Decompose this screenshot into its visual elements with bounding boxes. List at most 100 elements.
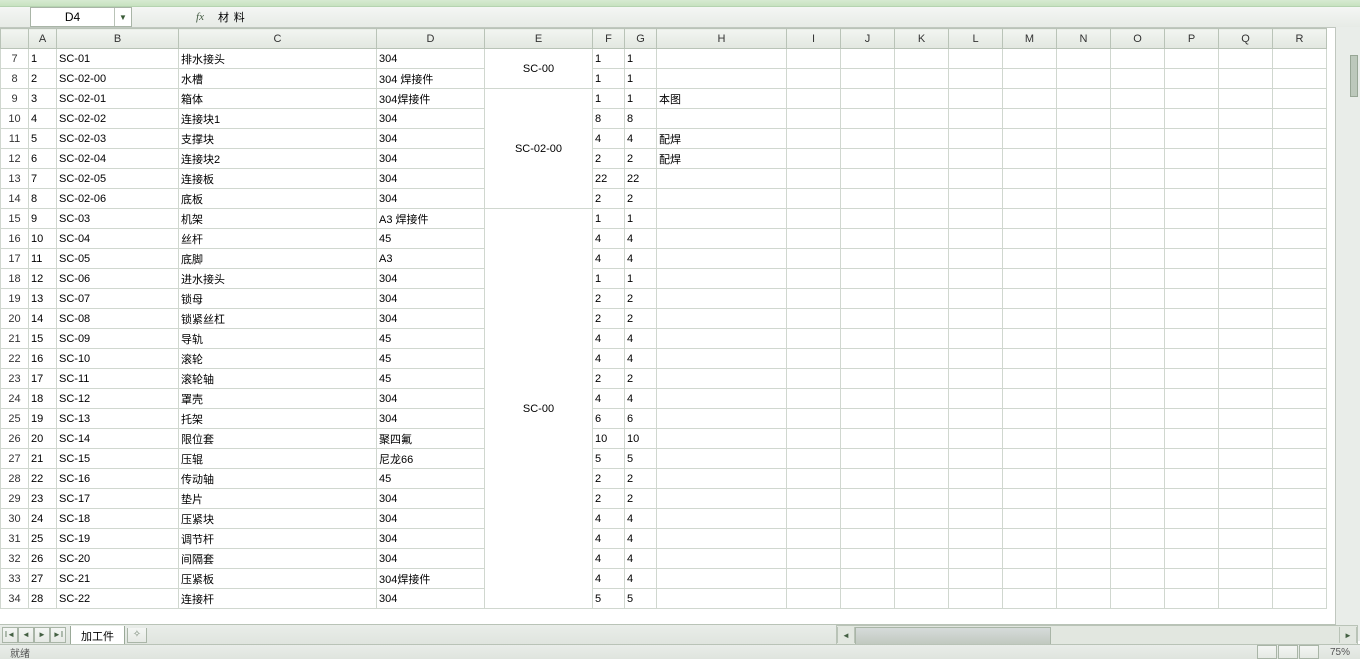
cell-N33[interactable]	[1057, 569, 1111, 589]
cell-M23[interactable]	[1003, 369, 1057, 389]
cell-F14[interactable]: 2	[593, 189, 625, 209]
cell-B14[interactable]: SC-02-06	[57, 189, 179, 209]
cell-K33[interactable]	[895, 569, 949, 589]
cell-O25[interactable]	[1111, 409, 1165, 429]
cell-Q9[interactable]	[1219, 89, 1273, 109]
fx-icon[interactable]: fx	[192, 11, 208, 23]
cell-B13[interactable]: SC-02-05	[57, 169, 179, 189]
cell-J12[interactable]	[841, 149, 895, 169]
cell-I7[interactable]	[787, 49, 841, 69]
cell-B27[interactable]: SC-15	[57, 449, 179, 469]
cell-L19[interactable]	[949, 289, 1003, 309]
cell-G32[interactable]: 4	[625, 549, 657, 569]
cell-K20[interactable]	[895, 309, 949, 329]
cell-J13[interactable]	[841, 169, 895, 189]
cell-G13[interactable]: 22	[625, 169, 657, 189]
cell-B15[interactable]: SC-03	[57, 209, 179, 229]
row-header[interactable]: 32	[1, 549, 29, 569]
cell-F25[interactable]: 6	[593, 409, 625, 429]
cell-O9[interactable]	[1111, 89, 1165, 109]
cell-C22[interactable]: 滚轮	[179, 349, 377, 369]
cell-H24[interactable]	[657, 389, 787, 409]
cell-Q22[interactable]	[1219, 349, 1273, 369]
cell-I25[interactable]	[787, 409, 841, 429]
cell-D34[interactable]: 304	[377, 589, 485, 609]
cell-F22[interactable]: 4	[593, 349, 625, 369]
name-box-dropdown-icon[interactable]: ▼	[114, 8, 131, 26]
cell-N27[interactable]	[1057, 449, 1111, 469]
cell-P19[interactable]	[1165, 289, 1219, 309]
cell-H16[interactable]	[657, 229, 787, 249]
cell-F7[interactable]: 1	[593, 49, 625, 69]
cell-J30[interactable]	[841, 509, 895, 529]
cell-A18[interactable]: 12	[29, 269, 57, 289]
cell-J31[interactable]	[841, 529, 895, 549]
cell-C23[interactable]: 滚轮轴	[179, 369, 377, 389]
cell-H12[interactable]: 配焊	[657, 149, 787, 169]
cell-D17[interactable]: A3	[377, 249, 485, 269]
cell-K10[interactable]	[895, 109, 949, 129]
cell-Q21[interactable]	[1219, 329, 1273, 349]
cell-L7[interactable]	[949, 49, 1003, 69]
cell-O23[interactable]	[1111, 369, 1165, 389]
cell-J16[interactable]	[841, 229, 895, 249]
cell-H8[interactable]	[657, 69, 787, 89]
cell-K25[interactable]	[895, 409, 949, 429]
cell-C21[interactable]: 导轨	[179, 329, 377, 349]
column-header-A[interactable]: A	[29, 29, 57, 49]
spreadsheet-table[interactable]: ABCDEFGHIJKLMNOPQR71SC-01排水接头304SC-00118…	[0, 28, 1327, 609]
cell-R10[interactable]	[1273, 109, 1327, 129]
cell-Q24[interactable]	[1219, 389, 1273, 409]
cell-A13[interactable]: 7	[29, 169, 57, 189]
cell-R31[interactable]	[1273, 529, 1327, 549]
cell-K34[interactable]	[895, 589, 949, 609]
cell-H20[interactable]	[657, 309, 787, 329]
cell-J9[interactable]	[841, 89, 895, 109]
column-header-M[interactable]: M	[1003, 29, 1057, 49]
cell-N15[interactable]	[1057, 209, 1111, 229]
cell-A14[interactable]: 8	[29, 189, 57, 209]
cell-I29[interactable]	[787, 489, 841, 509]
cell-J29[interactable]	[841, 489, 895, 509]
cell-F17[interactable]: 4	[593, 249, 625, 269]
cell-C27[interactable]: 压辊	[179, 449, 377, 469]
cell-N32[interactable]	[1057, 549, 1111, 569]
cell-K17[interactable]	[895, 249, 949, 269]
cell-Q27[interactable]	[1219, 449, 1273, 469]
cell-J18[interactable]	[841, 269, 895, 289]
cell-P16[interactable]	[1165, 229, 1219, 249]
cell-H34[interactable]	[657, 589, 787, 609]
cell-Q33[interactable]	[1219, 569, 1273, 589]
cell-H29[interactable]	[657, 489, 787, 509]
cell-I17[interactable]	[787, 249, 841, 269]
cell-L20[interactable]	[949, 309, 1003, 329]
cell-I20[interactable]	[787, 309, 841, 329]
cell-C7[interactable]: 排水接头	[179, 49, 377, 69]
cell-I26[interactable]	[787, 429, 841, 449]
cell-A24[interactable]: 18	[29, 389, 57, 409]
formula-bar-input[interactable]: 材 料	[218, 9, 246, 25]
cell-F16[interactable]: 4	[593, 229, 625, 249]
cell-Q12[interactable]	[1219, 149, 1273, 169]
cell-N21[interactable]	[1057, 329, 1111, 349]
cell-G10[interactable]: 8	[625, 109, 657, 129]
view-page-layout-button[interactable]	[1278, 645, 1298, 659]
cell-P32[interactable]	[1165, 549, 1219, 569]
cell-H33[interactable]	[657, 569, 787, 589]
cell-R32[interactable]	[1273, 549, 1327, 569]
cell-C13[interactable]: 连接板	[179, 169, 377, 189]
cell-L10[interactable]	[949, 109, 1003, 129]
cell-D32[interactable]: 304	[377, 549, 485, 569]
cell-D24[interactable]: 304	[377, 389, 485, 409]
cell-M15[interactable]	[1003, 209, 1057, 229]
cell-N17[interactable]	[1057, 249, 1111, 269]
cell-H23[interactable]	[657, 369, 787, 389]
cell-J17[interactable]	[841, 249, 895, 269]
cell-O33[interactable]	[1111, 569, 1165, 589]
cell-M27[interactable]	[1003, 449, 1057, 469]
cell-R29[interactable]	[1273, 489, 1327, 509]
cell-N31[interactable]	[1057, 529, 1111, 549]
cell-C8[interactable]: 水槽	[179, 69, 377, 89]
cell-M30[interactable]	[1003, 509, 1057, 529]
cell-K24[interactable]	[895, 389, 949, 409]
